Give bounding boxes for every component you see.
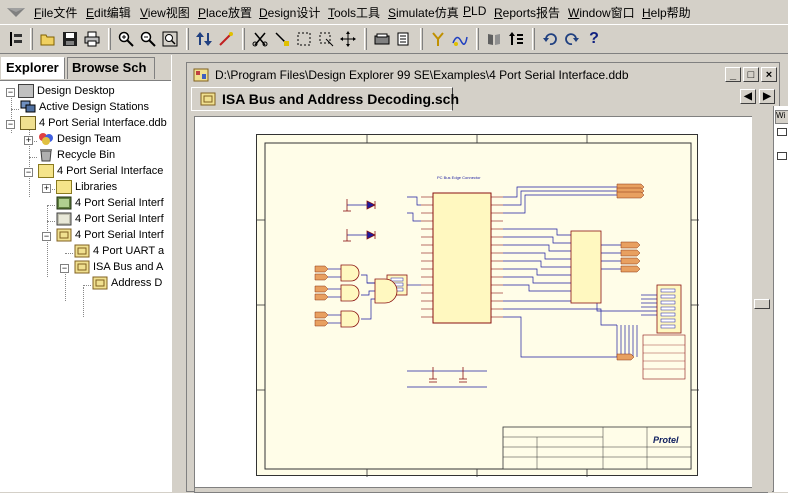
menu-simulate[interactable]: Simulate仿真 — [388, 4, 459, 21]
collapse-toggle[interactable]: − — [6, 120, 15, 129]
recycle-bin-icon — [38, 148, 54, 162]
document-icon — [56, 196, 72, 210]
tree-item-active-design-stations[interactable]: Active Design Stations — [20, 99, 149, 115]
help-icon[interactable]: ? — [584, 29, 604, 49]
stations-icon — [20, 100, 36, 114]
open-folder-icon[interactable] — [38, 29, 58, 49]
vertical-scrollbar[interactable] — [752, 115, 772, 492]
undo-icon[interactable] — [540, 29, 560, 49]
tree-item-schematic-main[interactable]: 4 Port Serial Interf — [56, 227, 164, 243]
collapse-toggle[interactable]: − — [42, 232, 51, 241]
document-tab-label: ISA Bus and Address Decoding.sch — [222, 91, 460, 107]
tab-browse-sch[interactable]: Browse Sch — [67, 57, 155, 79]
document-window: D:\Program Files\Design Explorer 99 SE\E… — [186, 62, 780, 493]
document-icon — [56, 212, 72, 226]
schematic-sheet: PC Bus Edge Connector Protel — [256, 134, 699, 477]
panel-splitter[interactable] — [171, 55, 181, 492]
app-menu-icon[interactable] — [5, 5, 27, 19]
expand-toggle[interactable]: + — [42, 184, 51, 193]
tab-scroll-right-button[interactable]: ▶ — [759, 89, 775, 104]
design-manager-icon[interactable] — [6, 29, 26, 49]
tree-item-isa-bus[interactable]: ISA Bus and A — [74, 259, 163, 275]
tree-item-serial-interface-folder[interactable]: 4 Port Serial Interface — [38, 163, 163, 179]
menu-edit[interactable]: Edit编辑 — [86, 4, 131, 21]
schematic-icon — [74, 260, 90, 274]
document-window-icon — [193, 68, 209, 82]
horizontal-scrollbar[interactable] — [195, 487, 767, 492]
up-down-hierarchy-icon[interactable] — [194, 29, 214, 49]
tree-item-doc-1[interactable]: 4 Port Serial Interf — [56, 195, 164, 211]
folder-icon — [56, 180, 72, 194]
adjacent-window-icon — [777, 128, 787, 136]
tree-item-doc-2[interactable]: 4 Port Serial Interf — [56, 211, 164, 227]
tree-item-recycle-bin[interactable]: Recycle Bin — [38, 147, 115, 163]
deselect-icon[interactable] — [316, 29, 336, 49]
adjacent-window-edge: Wi — [773, 106, 788, 492]
expand-toggle[interactable]: + — [24, 136, 33, 145]
tree-item-address-decoding[interactable]: Address D — [92, 275, 162, 291]
libraries-icon[interactable] — [372, 29, 392, 49]
tree-item-design-team[interactable]: Design Team — [38, 131, 121, 147]
maximize-button[interactable]: □ — [743, 67, 759, 82]
scrollbar-thumb[interactable] — [754, 299, 770, 309]
menu-reports[interactable]: Reports报告 — [494, 4, 560, 21]
menu-window[interactable]: Window窗口 — [568, 4, 635, 21]
browse-library-icon[interactable] — [394, 29, 414, 49]
print-icon[interactable] — [82, 29, 102, 49]
drawing-tools-icon[interactable] — [450, 29, 470, 49]
desktop-icon — [18, 84, 34, 98]
menu-bar: File文件 Edit编辑 View视图 Place放置 Design设计 To… — [0, 0, 788, 24]
collapse-toggle[interactable]: − — [24, 168, 33, 177]
explorer-tree: − Design Desktop Active Design Stations … — [0, 80, 171, 492]
adjacent-window-icon — [777, 152, 787, 160]
sort-icon[interactable] — [506, 29, 526, 49]
tab-scroll-left-button[interactable]: ◀ — [740, 89, 756, 104]
document-window-title: D:\Program Files\Design Explorer 99 SE\E… — [215, 68, 629, 82]
zoom-fit-icon[interactable] — [160, 29, 180, 49]
cut-icon[interactable] — [250, 29, 270, 49]
database-icon — [20, 116, 36, 130]
connector-title: PC Bus Edge Connector — [437, 175, 481, 180]
move-selection-icon[interactable] — [338, 29, 358, 49]
explorer-panel: Explorer Browse Sch − Design Desktop Act… — [0, 55, 178, 492]
cross-probe-icon[interactable] — [216, 29, 236, 49]
menu-tools[interactable]: Tools工具 — [328, 4, 380, 21]
collapse-toggle[interactable]: − — [60, 264, 69, 273]
menu-pld[interactable]: PLD — [463, 4, 486, 18]
tree-item-design-desktop[interactable]: Design Desktop — [18, 83, 115, 99]
document-tab[interactable]: ISA Bus and Address Decoding.sch — [191, 87, 459, 111]
zoom-in-icon[interactable] — [116, 29, 136, 49]
schematic-icon — [56, 228, 72, 242]
wiring-tools-icon[interactable] — [428, 29, 448, 49]
tree-item-libraries[interactable]: Libraries — [56, 179, 117, 195]
menu-view[interactable]: View视图 — [140, 4, 190, 21]
zoom-out-icon[interactable] — [138, 29, 158, 49]
paste-icon[interactable] — [272, 29, 292, 49]
tree-item-ddb[interactable]: 4 Port Serial Interface.ddb — [20, 115, 167, 131]
adjacent-window-tab[interactable]: Wi — [775, 110, 788, 124]
tree-item-uart[interactable]: 4 Port UART a — [74, 243, 164, 259]
schematic-icon — [74, 244, 90, 258]
folder-icon — [38, 164, 54, 178]
simulate-setup-icon[interactable] — [484, 29, 504, 49]
menu-file[interactable]: File文件 — [34, 4, 77, 21]
protel-logo: Protel — [653, 435, 679, 445]
document-title-bar[interactable]: D:\Program Files\Design Explorer 99 SE\E… — [189, 65, 777, 85]
main-toolbar: ? — [0, 24, 788, 54]
collapse-toggle[interactable]: − — [6, 88, 15, 97]
select-inside-area-icon[interactable] — [294, 29, 314, 49]
menu-design[interactable]: Design设计 — [259, 4, 320, 21]
schematic-tab-icon — [200, 92, 216, 106]
save-icon[interactable] — [60, 29, 80, 49]
close-button[interactable]: × — [761, 67, 777, 82]
menu-help[interactable]: Help帮助 — [642, 4, 691, 21]
tab-explorer[interactable]: Explorer — [1, 57, 65, 79]
team-icon — [38, 132, 54, 146]
schematic-canvas[interactable]: PC Bus Edge Connector Protel — [194, 116, 768, 493]
redo-icon[interactable] — [562, 29, 582, 49]
menu-place[interactable]: Place放置 — [198, 4, 252, 21]
schematic-icon — [92, 276, 108, 290]
minimize-button[interactable]: _ — [725, 67, 741, 82]
